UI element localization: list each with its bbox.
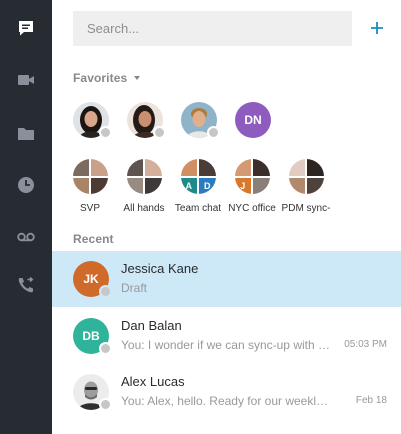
voicemail-nav-button[interactable] [0, 217, 52, 257]
offline-status-indicator [99, 398, 112, 411]
group-chat-all-hands[interactable]: All hands [113, 159, 175, 214]
voicemail-icon [17, 232, 35, 242]
avatar-initials: DN [244, 113, 262, 127]
contact-name: Alex Lucas [121, 374, 185, 389]
conversation-row[interactable]: Alex Lucas You: Alex, hello. Ready for o… [52, 364, 401, 420]
contact-avatar: JK [73, 261, 112, 298]
group-member-initial: D [199, 177, 216, 194]
message-time: Feb 18 [355, 395, 387, 406]
chat-nav-button[interactable] [0, 8, 52, 48]
group-avatar [72, 159, 108, 194]
initials-avatar: DN [235, 102, 271, 138]
offline-status-indicator [99, 126, 112, 139]
group-member-initial: J [234, 177, 251, 194]
offline-status-indicator [99, 285, 112, 298]
navigation-rail [0, 0, 52, 434]
favorite-contact[interactable] [181, 102, 220, 139]
recent-title: Recent [73, 232, 114, 246]
group-chat-svp[interactable]: SVP [59, 159, 121, 214]
offline-status-indicator [207, 126, 220, 139]
conversation-row[interactable]: DB Dan Balan You: I wonder if we can syn… [52, 308, 401, 364]
folder-icon [18, 127, 34, 140]
group-label: All hands [123, 203, 165, 214]
favorite-contact[interactable] [73, 102, 112, 139]
message-preview: You: I wonder if we can sync-up with you… [121, 338, 333, 352]
message-time: 05:03 PM [344, 339, 387, 350]
clock-icon [18, 177, 34, 193]
calls-nav-button[interactable] [0, 265, 52, 305]
phone-forward-icon [18, 276, 34, 293]
meetings-nav-button[interactable] [0, 60, 52, 100]
group-label: SVP [79, 203, 100, 214]
plus-icon [371, 22, 383, 34]
favorite-contacts: DN [52, 102, 401, 140]
group-chat-nyc-office[interactable]: J NYC office [221, 159, 283, 214]
group-avatar [288, 159, 324, 194]
group-label: NYC office [228, 203, 276, 214]
chat-icon [19, 21, 33, 36]
favorite-groups: SVP All hands A D Team chat J NYC office… [52, 159, 401, 219]
group-avatar [126, 159, 162, 194]
group-member-initial: A [180, 177, 197, 194]
contact-name: Jessica Kane [121, 261, 199, 276]
contact-name: Dan Balan [121, 318, 182, 333]
files-nav-button[interactable] [0, 113, 52, 153]
contact-avatar: DB [73, 318, 112, 355]
conversation-row[interactable]: JK Jessica Kane Draft [52, 251, 401, 307]
offline-status-indicator [153, 126, 166, 139]
search-input[interactable] [73, 11, 352, 46]
avatar-initials: JK [83, 272, 99, 286]
group-label: Team chat [174, 203, 222, 214]
video-camera-icon [18, 75, 34, 85]
group-avatar: A D [180, 159, 216, 194]
message-preview: Draft [121, 281, 148, 295]
contact-avatar [73, 374, 112, 411]
message-preview: You: Alex, hello. Ready for our weekly s… [121, 394, 333, 408]
favorites-header[interactable]: Favorites [73, 71, 141, 85]
group-label: PDM sync- [281, 203, 331, 214]
offline-status-indicator [99, 342, 112, 355]
group-chat-team-chat[interactable]: A D Team chat [167, 159, 229, 214]
group-avatar: J [234, 159, 270, 194]
caret-down-icon [134, 76, 141, 80]
new-conversation-button[interactable] [367, 17, 387, 39]
favorites-title: Favorites [73, 71, 128, 85]
group-chat-pdm-sync[interactable]: PDM sync- [275, 159, 337, 214]
conversation-list-panel: Favorites [52, 0, 401, 434]
favorite-contact[interactable]: DN [235, 102, 271, 138]
history-nav-button[interactable] [0, 165, 52, 205]
favorite-contact[interactable] [127, 102, 166, 139]
avatar-initials: DB [82, 329, 100, 343]
